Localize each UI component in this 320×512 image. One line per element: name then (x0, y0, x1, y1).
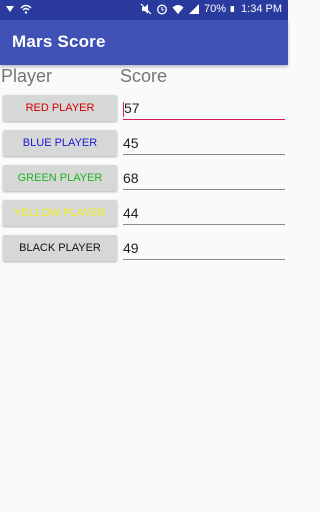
player-row-blue: BLUE PLAYER 45 (0, 130, 288, 160)
status-bar: 70% 1:34 PM (0, 0, 288, 20)
red-player-button[interactable]: RED PLAYER (3, 95, 117, 121)
player-row-yellow: YELLOW PLAYER 44 (0, 200, 288, 230)
yellow-score-field[interactable]: 44 (123, 202, 285, 225)
player-row-red: RED PLAYER 57 (0, 95, 288, 125)
black-score-field[interactable]: 49 (123, 237, 285, 260)
score-column-header: Score (120, 66, 168, 86)
status-left (4, 3, 32, 15)
yellow-player-button[interactable]: YELLOW PLAYER (3, 200, 117, 226)
blue-score-field[interactable]: 45 (123, 132, 285, 155)
battery-icon (230, 6, 235, 12)
player-row-black: BLACK PLAYER 49 (0, 235, 288, 265)
battery-percent: 70% (204, 3, 227, 15)
player-column-header: Player (1, 66, 53, 86)
yellow-score-value: 44 (123, 205, 139, 221)
red-score-value: 57 (124, 100, 140, 116)
player-row-green: GREEN PLAYER 68 (0, 165, 288, 195)
green-score-field[interactable]: 68 (123, 167, 285, 190)
app-title: Mars Score (12, 32, 106, 51)
wifi-icon (20, 4, 32, 14)
green-player-button[interactable]: GREEN PLAYER (3, 165, 117, 191)
mute-icon (140, 3, 152, 15)
notification-icon (6, 6, 14, 12)
blue-player-button[interactable]: BLUE PLAYER (3, 130, 117, 156)
green-score-value: 68 (123, 170, 139, 186)
wifi-icon (172, 5, 184, 14)
status-right: 70% 1:34 PM (140, 3, 282, 15)
black-player-button[interactable]: BLACK PLAYER (3, 235, 117, 261)
app-bar: Mars Score (0, 20, 288, 65)
alarm-icon (157, 4, 167, 15)
blue-score-value: 45 (123, 135, 139, 151)
signal-icon (189, 4, 199, 14)
black-score-value: 49 (123, 240, 139, 256)
status-time: 1:34 PM (241, 3, 282, 15)
red-score-field[interactable]: 57 (123, 97, 285, 120)
